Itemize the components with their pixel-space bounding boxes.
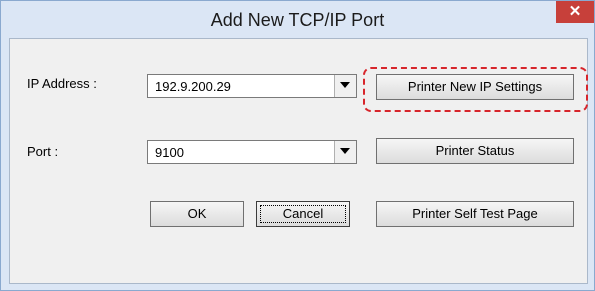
focus-indicator	[260, 205, 346, 223]
port-label: Port :	[27, 144, 59, 159]
ok-button[interactable]: OK	[150, 201, 244, 227]
port-dropdown-button[interactable]	[334, 141, 356, 163]
chevron-down-icon	[340, 82, 350, 88]
dialog-window: Add New TCP/IP Port ✕ IP Address : 192.9…	[0, 0, 595, 291]
close-icon: ✕	[568, 3, 582, 20]
cancel-button[interactable]: Cancel	[256, 201, 350, 227]
ip-address-value: 192.9.200.29	[155, 79, 231, 94]
ip-address-dropdown-button[interactable]	[334, 75, 356, 97]
chevron-down-icon	[340, 148, 350, 154]
window-title: Add New TCP/IP Port	[210, 10, 385, 30]
ip-address-combo[interactable]: 192.9.200.29	[147, 74, 357, 98]
printer-status-button[interactable]: Printer Status	[376, 138, 574, 164]
printer-self-test-page-button[interactable]: Printer Self Test Page	[376, 201, 574, 227]
port-value: 9100	[155, 145, 184, 160]
title-bar[interactable]: Add New TCP/IP Port ✕	[1, 1, 594, 38]
ip-address-label: IP Address :	[27, 76, 97, 91]
dialog-client-area: IP Address : 192.9.200.29 Printer New IP…	[9, 38, 588, 284]
port-combo[interactable]: 9100	[147, 140, 357, 164]
close-button[interactable]: ✕	[556, 1, 594, 23]
printer-new-ip-settings-button[interactable]: Printer New IP Settings	[376, 74, 574, 100]
